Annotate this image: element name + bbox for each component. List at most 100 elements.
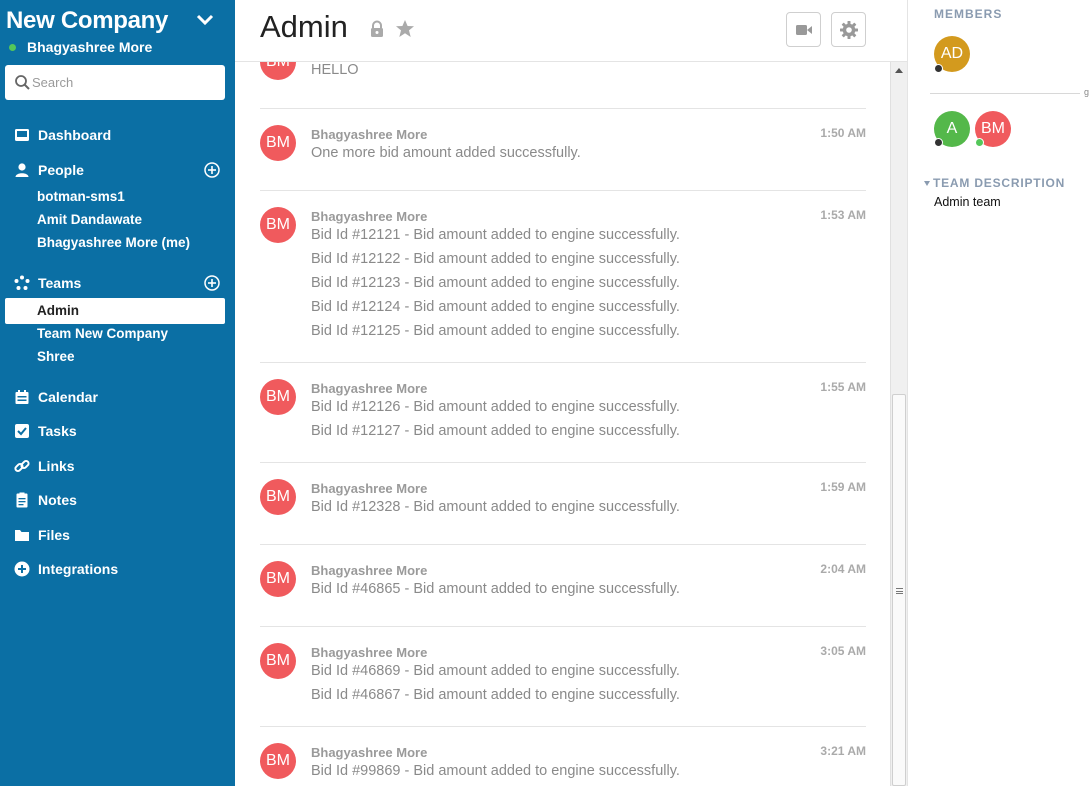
video-call-button[interactable] — [786, 12, 821, 47]
message-line: Bid Id #12126 - Bid amount added to engi… — [311, 399, 680, 415]
message-sender[interactable]: Bhagyashree More — [311, 209, 427, 224]
add-person-icon[interactable] — [204, 162, 220, 178]
message-time: 1:50 AM — [820, 126, 866, 140]
message-sender[interactable]: Bhagyashree More — [311, 563, 427, 578]
add-team-icon[interactable] — [204, 275, 220, 291]
message-sender[interactable]: Bhagyashree More — [311, 127, 427, 142]
nav-notes[interactable]: Notes — [14, 492, 77, 508]
message-item: BM Bhagyashree More 2:04 AM Bid Id #4686… — [260, 545, 866, 627]
message-line: HELLO — [311, 62, 359, 78]
current-user-name: Bhagyashree More — [27, 39, 153, 55]
message-item: BM Bhagyashree More 1:53 AM Bid Id #1212… — [260, 191, 866, 363]
message-item: BM Bhagyashree More 1:50 AM One more bid… — [260, 109, 866, 191]
chevron-down-icon[interactable] — [196, 14, 214, 26]
member-avatar-initials: A — [946, 120, 958, 137]
avatar[interactable]: BM — [260, 479, 296, 515]
notes-icon — [16, 492, 28, 508]
caret-down-icon — [924, 180, 930, 186]
app-window: New Company Bhagyashree More Search Dash… — [0, 0, 1090, 786]
search-icon — [15, 75, 30, 90]
members-divider — [930, 93, 1080, 94]
message-sender[interactable]: Bhagyashree More — [311, 481, 427, 496]
nav-people-label: People — [38, 162, 84, 178]
search-placeholder: Search — [32, 75, 74, 90]
avatar[interactable]: BM — [260, 125, 296, 161]
nav-integrations-label: Integrations — [38, 561, 119, 577]
message-sender[interactable]: Bhagyashree More — [311, 645, 427, 660]
nav-tasks[interactable]: Tasks — [14, 423, 77, 439]
nav-integrations[interactable]: Integrations — [14, 561, 118, 577]
team-info-panel: MEMBERS AD g A BM TEAM DESCRIPTION Admin… — [907, 0, 1090, 786]
message-line: Bid Id #12122 - Bid amount added to engi… — [311, 251, 680, 267]
message-line: Bid Id #12127 - Bid amount added to engi… — [311, 423, 680, 439]
avatar[interactable]: BM — [260, 561, 296, 597]
avatar[interactable]: BM — [260, 207, 296, 243]
nav-teams-label: Teams — [38, 275, 82, 291]
team-item-active[interactable]: Admin — [5, 298, 225, 324]
nav-calendar[interactable]: Calendar — [14, 389, 98, 405]
team-description: Admin team — [934, 195, 1001, 209]
message-feed[interactable]: BM HELLO BM Bhagyashree More 1:50 AM One… — [235, 62, 892, 786]
main-panel: Admin HELLO BM Bhagyashree More 1:50 AM … — [235, 0, 907, 786]
video-camera-icon — [795, 24, 812, 35]
message-time: 3:05 AM — [820, 644, 866, 658]
avatar[interactable]: BM — [260, 643, 296, 679]
plus-circle-icon — [14, 561, 30, 577]
gear-icon — [839, 20, 858, 39]
nav-calendar-label: Calendar — [38, 389, 98, 405]
message-sender[interactable]: Bhagyashree More — [311, 381, 427, 396]
settings-button[interactable] — [831, 12, 866, 47]
scroll-up-arrow-icon[interactable] — [895, 68, 903, 73]
sidebar: New Company Bhagyashree More Search Dash… — [0, 0, 235, 786]
nav-links[interactable]: Links — [14, 458, 75, 474]
message-item: BM Bhagyashree More 1:59 AM Bid Id #1232… — [260, 463, 866, 545]
offline-status-dot — [934, 138, 943, 147]
team-item[interactable]: Shree — [37, 349, 75, 364]
nav-files-label: Files — [38, 527, 70, 543]
message-time: 1:53 AM — [820, 208, 866, 222]
team-description-toggle[interactable]: TEAM DESCRIPTION — [924, 176, 1065, 190]
online-status-dot — [975, 138, 984, 147]
avatar[interactable]: BM — [260, 379, 296, 415]
message-line: Bid Id #12124 - Bid amount added to engi… — [311, 299, 680, 315]
message-sender[interactable]: Bhagyashree More — [311, 745, 427, 760]
people-item[interactable]: Bhagyashree More (me) — [37, 235, 190, 250]
message-line: One more bid amount added successfully. — [311, 145, 581, 161]
lock-icon — [371, 20, 383, 37]
avatar[interactable]: BM — [260, 62, 296, 80]
team-item[interactable]: Team New Company — [37, 326, 168, 341]
nav-teams[interactable]: Teams — [14, 275, 81, 291]
people-item[interactable]: botman-sms1 — [37, 189, 125, 204]
search-input[interactable]: Search — [5, 65, 225, 100]
nav-dashboard[interactable]: Dashboard — [14, 127, 111, 143]
owner-avatar-initials: AD — [940, 45, 964, 62]
folder-icon — [15, 530, 29, 541]
message-time: 1:55 AM — [820, 380, 866, 394]
company-name[interactable]: New Company — [6, 7, 168, 35]
message-line: Bid Id #12123 - Bid amount added to engi… — [311, 275, 680, 291]
calendar-icon — [15, 390, 29, 404]
current-user[interactable]: Bhagyashree More — [9, 39, 152, 55]
message-line: Bid Id #12125 - Bid amount added to engi… — [311, 323, 680, 339]
message-time: 3:21 AM — [820, 744, 866, 758]
message-item: BM Bhagyashree More 3:21 AM Bid Id #9986… — [260, 727, 866, 786]
offline-status-dot — [934, 64, 943, 73]
feed-scrollbar[interactable] — [890, 62, 907, 786]
message-time: 2:04 AM — [820, 562, 866, 576]
message-item: BM Bhagyashree More 3:05 AM Bid Id #4686… — [260, 627, 866, 727]
scroll-thumb[interactable] — [892, 394, 906, 786]
link-icon — [14, 459, 30, 473]
message-line: Bid Id #12328 - Bid amount added to engi… — [311, 499, 680, 515]
message-line: Bid Id #46869 - Bid amount added to engi… — [311, 663, 680, 679]
members-label: MEMBERS — [934, 7, 1003, 21]
team-header: Admin — [235, 0, 907, 62]
star-icon[interactable] — [395, 19, 415, 38]
message-time: 1:59 AM — [820, 480, 866, 494]
nav-people[interactable]: People — [14, 162, 84, 178]
nav-tasks-label: Tasks — [38, 423, 77, 439]
page-title: Admin — [260, 9, 348, 44]
nav-files[interactable]: Files — [14, 527, 70, 543]
avatar[interactable]: BM — [260, 743, 296, 779]
online-status-dot — [9, 43, 16, 51]
people-item[interactable]: Amit Dandawate — [37, 212, 142, 227]
